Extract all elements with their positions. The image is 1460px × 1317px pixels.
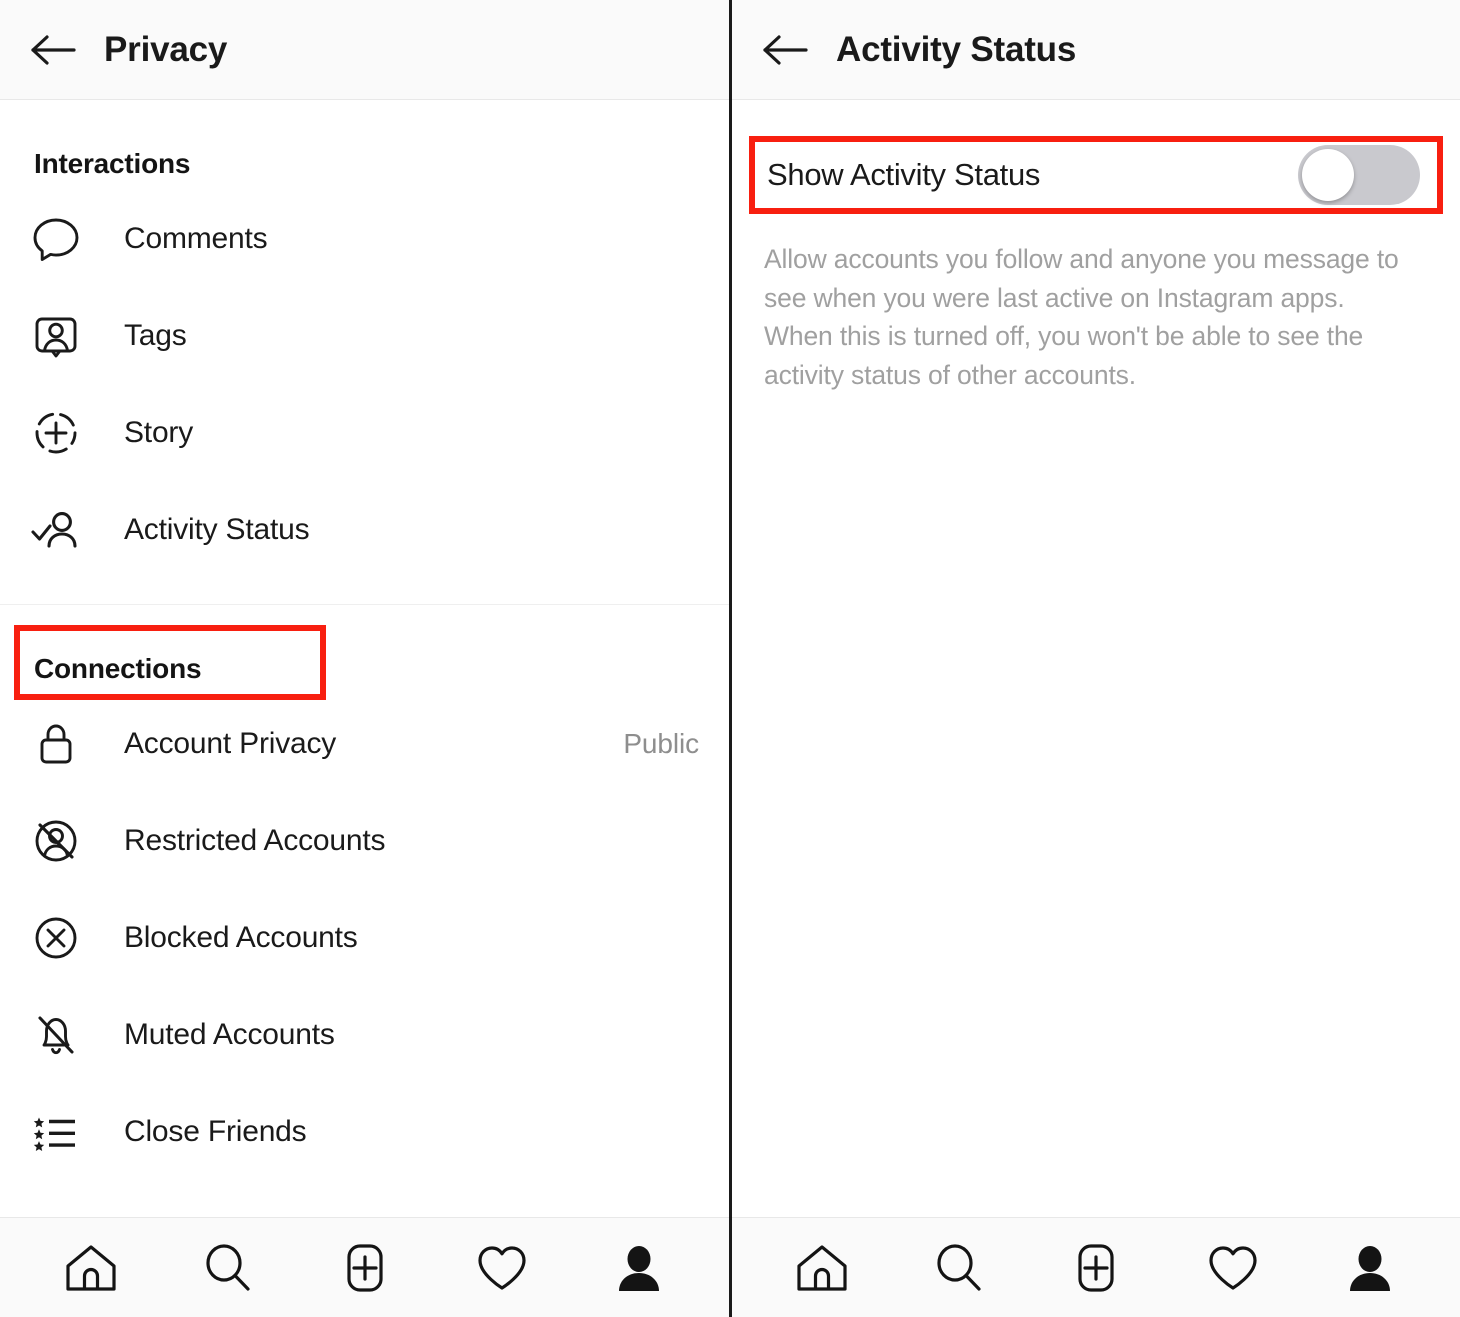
show-activity-status-toggle[interactable]: [1298, 145, 1420, 205]
person-check-icon: [30, 504, 82, 556]
row-label: Tags: [124, 318, 187, 352]
back-arrow-icon[interactable]: [30, 34, 76, 66]
row-blocked-accounts[interactable]: Blocked Accounts: [0, 889, 729, 986]
section-heading-interactions: Interactions: [34, 148, 191, 179]
lock-icon: [30, 718, 82, 770]
restricted-person-icon: [30, 815, 82, 867]
profile-icon[interactable]: [1334, 1237, 1406, 1299]
search-icon[interactable]: [192, 1237, 264, 1299]
back-arrow-icon[interactable]: [762, 34, 808, 66]
bottom-nav-right: [732, 1217, 1460, 1317]
row-label: Blocked Accounts: [124, 920, 358, 954]
row-tags[interactable]: Tags: [0, 287, 729, 384]
show-activity-status-row[interactable]: Show Activity Status: [749, 136, 1443, 214]
section-heading-connections: Connections: [34, 653, 202, 684]
row-account-privacy[interactable]: Account Privacy Public: [0, 695, 729, 792]
activity-status-description: Allow accounts you follow and anyone you…: [764, 244, 1399, 390]
row-label: Muted Accounts: [124, 1017, 335, 1051]
row-muted-accounts[interactable]: Muted Accounts: [0, 986, 729, 1083]
comment-bubble-icon: [30, 213, 82, 265]
muted-bell-icon: [30, 1009, 82, 1061]
profile-icon[interactable]: [603, 1237, 675, 1299]
activity-status-header: Activity Status: [732, 0, 1460, 100]
row-label: Activity Status: [124, 512, 310, 546]
blocked-circle-x-icon: [30, 912, 82, 964]
row-activity-status[interactable]: Activity Status: [0, 481, 729, 578]
home-icon[interactable]: [55, 1237, 127, 1299]
row-label: Account Privacy: [124, 726, 337, 760]
row-label: Comments: [124, 221, 268, 255]
row-restricted-accounts[interactable]: Restricted Accounts: [0, 792, 729, 889]
bottom-nav-left: [0, 1217, 729, 1317]
add-post-icon[interactable]: [329, 1237, 401, 1299]
dual-screenshot-container: Privacy Interactions Comments Tags Story…: [0, 0, 1460, 1317]
row-story[interactable]: Story: [0, 384, 729, 481]
toggle-knob: [1302, 149, 1354, 201]
tag-person-icon: [30, 310, 82, 362]
account-privacy-value: Public: [623, 727, 699, 759]
heart-icon[interactable]: [466, 1237, 538, 1299]
row-label: Close Friends: [124, 1114, 307, 1148]
home-icon[interactable]: [786, 1237, 858, 1299]
add-post-icon[interactable]: [1060, 1237, 1132, 1299]
row-close-friends[interactable]: Close Friends: [0, 1083, 729, 1180]
privacy-body: Interactions Comments Tags Story Activit…: [0, 100, 729, 1217]
connections-list: Account Privacy Public Restricted Accoun…: [0, 695, 729, 1180]
activity-status-screen: Activity Status Show Activity Status All…: [732, 0, 1460, 1317]
row-label: Story: [124, 415, 194, 449]
page-title: Activity Status: [836, 29, 1077, 69]
privacy-screen: Privacy Interactions Comments Tags Story…: [0, 0, 732, 1317]
page-title: Privacy: [104, 29, 228, 69]
privacy-header: Privacy: [0, 0, 729, 100]
show-activity-status-label: Show Activity Status: [767, 157, 1041, 192]
story-plus-circle-icon: [30, 407, 82, 459]
search-icon[interactable]: [923, 1237, 995, 1299]
activity-status-body: Show Activity Status Allow accounts you …: [732, 100, 1460, 1217]
row-comments[interactable]: Comments: [0, 190, 729, 287]
interactions-list: Comments Tags Story Activity Status: [0, 190, 729, 578]
row-label: Restricted Accounts: [124, 823, 386, 857]
heart-icon[interactable]: [1197, 1237, 1269, 1299]
close-friends-star-list-icon: [30, 1106, 82, 1158]
